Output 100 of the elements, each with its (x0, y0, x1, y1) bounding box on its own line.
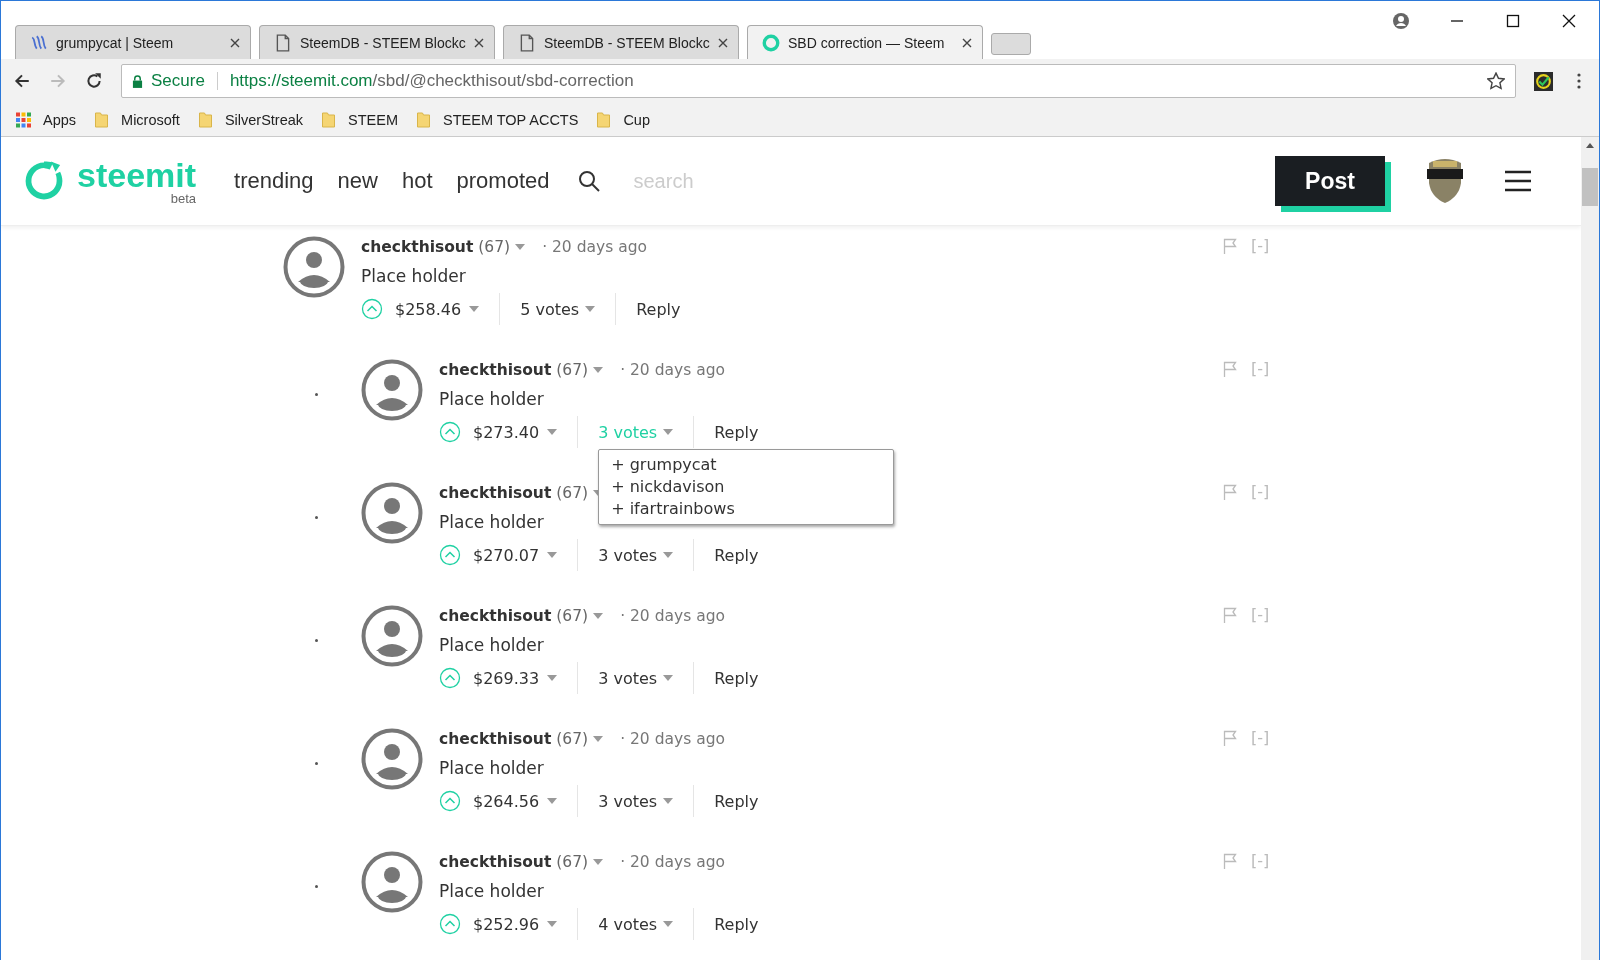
address-bar[interactable]: Secure https://steemit.com/sbd/@checkthisout/sbd-correction (121, 64, 1516, 98)
avatar-icon[interactable] (283, 236, 345, 298)
new-tab-button[interactable] (991, 33, 1031, 55)
profile-icon[interactable] (1393, 13, 1409, 29)
close-icon[interactable] (474, 37, 484, 48)
caret-icon[interactable] (593, 736, 604, 742)
scroll-up-icon[interactable] (1586, 143, 1594, 148)
upvote-icon[interactable] (439, 544, 461, 566)
caret-icon[interactable] (469, 306, 480, 312)
caret-icon[interactable] (547, 921, 558, 927)
reload-icon[interactable] (85, 72, 103, 90)
author-name[interactable]: checkthisout (439, 484, 552, 502)
flag-icon[interactable] (1223, 237, 1237, 254)
caret-icon[interactable] (547, 675, 558, 681)
avatar-icon[interactable] (361, 851, 423, 913)
close-icon[interactable] (230, 37, 240, 48)
caret-icon[interactable] (515, 244, 526, 250)
menu-icon[interactable] (1577, 73, 1581, 89)
votes-link[interactable]: 3 votes (598, 668, 658, 688)
maximize-icon[interactable] (1505, 13, 1521, 29)
votes-link[interactable]: 3 votes (598, 545, 658, 565)
bookmark[interactable]: Apps (16, 111, 77, 128)
payout-amount[interactable]: $273.40 (473, 422, 540, 442)
bookmark[interactable]: STEEM TOP ACCTS (416, 111, 579, 128)
browser-tab[interactable]: SteemDB - STEEM Blockc (259, 25, 495, 59)
payout-amount[interactable]: $264.56 (473, 791, 540, 811)
avatar-icon[interactable] (361, 482, 423, 544)
votes-link[interactable]: 5 votes (520, 299, 580, 319)
payout-amount[interactable]: $270.07 (473, 545, 540, 565)
flag-icon[interactable] (1223, 360, 1237, 377)
caret-icon[interactable] (663, 798, 674, 804)
timestamp[interactable]: · 20 days ago (620, 361, 725, 379)
upvote-icon[interactable] (439, 421, 461, 443)
payout-amount[interactable]: $258.46 (395, 299, 462, 319)
nav-link[interactable]: new (337, 168, 378, 194)
back-arrow-icon[interactable] (13, 72, 31, 90)
upvote-icon[interactable] (439, 913, 461, 935)
scrollbar[interactable] (1581, 137, 1599, 960)
upvote-icon[interactable] (439, 667, 461, 689)
scrollbar-thumb[interactable] (1582, 168, 1598, 206)
close-icon[interactable] (962, 37, 972, 48)
payout-amount[interactable]: $252.96 (473, 914, 540, 934)
star-icon[interactable] (1487, 72, 1505, 90)
timestamp[interactable]: · 20 days ago (620, 853, 725, 871)
reply-link[interactable]: Reply (714, 545, 759, 565)
nav-link[interactable]: promoted (456, 168, 550, 194)
author-name[interactable]: checkthisout (439, 730, 552, 748)
voter-link[interactable]: + nickdavison (611, 475, 725, 498)
avatar-icon[interactable] (361, 605, 423, 667)
reply-link[interactable]: Reply (714, 668, 759, 688)
extension-icon[interactable] (1534, 71, 1553, 91)
caret-icon[interactable] (663, 675, 674, 681)
caret-icon[interactable] (547, 798, 558, 804)
upvote-icon[interactable] (439, 790, 461, 812)
author-name[interactable]: checkthisout (439, 607, 552, 625)
browser-tab[interactable]: grumpycat | Steem (15, 25, 251, 59)
timestamp[interactable]: · 20 days ago (620, 607, 725, 625)
reply-link[interactable]: Reply (714, 422, 759, 442)
flag-icon[interactable] (1223, 483, 1237, 500)
voter-link[interactable]: + ifartrainbows (611, 497, 735, 520)
caret-icon[interactable] (547, 429, 558, 435)
reply-link[interactable]: Reply (714, 914, 759, 934)
caret-icon[interactable] (547, 552, 558, 558)
bookmark[interactable]: Microsoft (94, 111, 180, 128)
close-icon[interactable] (1561, 13, 1577, 29)
nav-link[interactable]: trending (234, 168, 314, 194)
upvote-icon[interactable] (361, 298, 383, 320)
caret-icon[interactable] (585, 306, 596, 312)
votes-link[interactable]: 3 votes (598, 791, 658, 811)
browser-tab[interactable]: SBD correction — Steem (747, 25, 983, 59)
author-name[interactable]: checkthisout (439, 361, 552, 379)
caret-icon[interactable] (593, 613, 604, 619)
menu-icon[interactable] (1505, 170, 1531, 192)
author-name[interactable]: checkthisout (361, 238, 474, 256)
search-icon[interactable] (577, 169, 602, 193)
browser-tab[interactable]: SteemDB - STEEM Blockc (503, 25, 739, 59)
reply-link[interactable]: Reply (636, 299, 681, 319)
bookmark[interactable]: SilverStreak (197, 111, 304, 128)
payout-amount[interactable]: $269.33 (473, 668, 540, 688)
avatar-icon[interactable] (361, 359, 423, 421)
bookmark[interactable]: Cup (596, 111, 650, 128)
voter-link[interactable]: + grumpycat (611, 453, 717, 476)
votes-link[interactable]: 4 votes (598, 914, 658, 934)
shield-avatar-icon[interactable] (1425, 157, 1465, 205)
caret-icon[interactable] (593, 367, 604, 373)
flag-icon[interactable] (1223, 852, 1237, 869)
author-name[interactable]: checkthisout (439, 853, 552, 871)
flag-icon[interactable] (1223, 606, 1237, 623)
caret-icon[interactable] (663, 921, 674, 927)
forward-arrow-icon[interactable] (49, 72, 67, 90)
caret-icon[interactable] (593, 859, 604, 865)
flag-icon[interactable] (1223, 729, 1237, 746)
caret-icon[interactable] (663, 552, 674, 558)
nav-link[interactable]: hot (401, 168, 433, 194)
caret-icon[interactable] (663, 429, 674, 435)
close-icon[interactable] (718, 37, 728, 48)
timestamp[interactable]: · 20 days ago (542, 238, 647, 256)
avatar-icon[interactable] (361, 728, 423, 790)
timestamp[interactable]: · 20 days ago (620, 730, 725, 748)
reply-link[interactable]: Reply (714, 791, 759, 811)
